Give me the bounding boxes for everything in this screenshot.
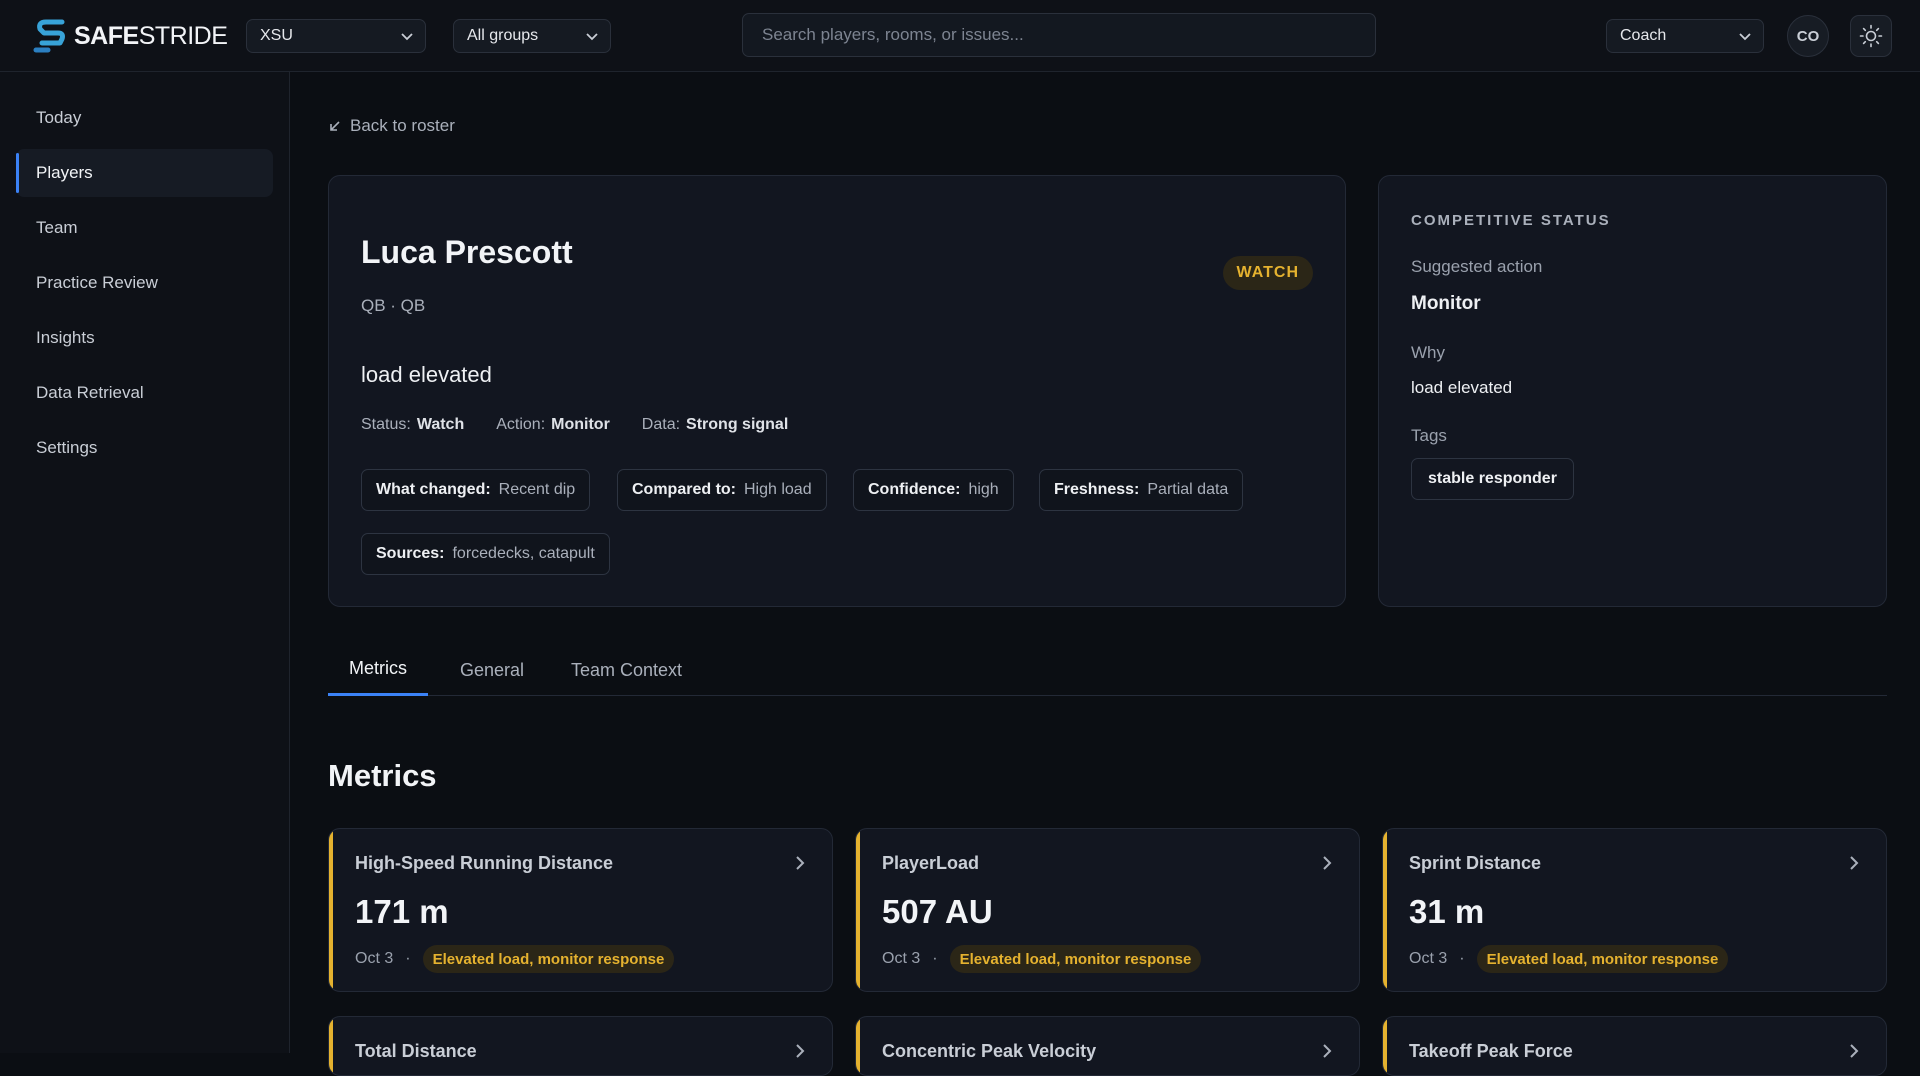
- sidebar-item-practice-review[interactable]: Practice Review: [16, 259, 273, 307]
- sources-chip: Sources: forcedecks, catapult: [361, 533, 610, 575]
- chevron-right-icon: [796, 856, 805, 870]
- chevron-down-icon: [401, 33, 413, 41]
- confidence-chip: Confidence: high: [853, 469, 1014, 511]
- search-placeholder: Search players, rooms, or issues...: [762, 25, 1024, 44]
- metric-footer: Oct 3 · Elevated load, monitor response: [882, 945, 1202, 973]
- metric-name: High-Speed Running Distance: [355, 853, 614, 873]
- metrics-section-title: Metrics: [328, 758, 437, 793]
- chevron-right-icon: [796, 1044, 805, 1058]
- suggested-action-value: Monitor: [1411, 293, 1481, 314]
- metric-value: 171 m: [355, 893, 449, 930]
- tags-label: Tags: [1411, 426, 1447, 445]
- tab-metrics[interactable]: Metrics: [328, 644, 428, 696]
- logo-text: SAFESTRIDE: [74, 21, 228, 50]
- group-select[interactable]: All groups: [453, 19, 611, 53]
- metric-name: Sprint Distance: [1409, 853, 1542, 873]
- arrow-down-left-icon: [330, 121, 340, 131]
- suggested-action-label: Suggested action: [1411, 257, 1543, 276]
- avatar[interactable]: CO: [1787, 15, 1829, 57]
- logo-icon: [33, 19, 65, 53]
- metric-footer: Oct 3 · Elevated load, monitor response: [355, 945, 675, 973]
- compared-to-chip: Compared to: High load: [617, 469, 827, 511]
- sidebar-item-label: Settings: [36, 438, 98, 457]
- chevron-right-icon: [1323, 1044, 1332, 1058]
- sidebar-item-label: Team: [36, 218, 78, 237]
- metric-value: 507 AU: [882, 893, 993, 930]
- metric-card-total-distance[interactable]: Total Distance: [328, 1016, 833, 1076]
- chevron-down-icon: [1739, 33, 1751, 41]
- metric-value: 31 m: [1409, 893, 1485, 930]
- metric-name: Takeoff Peak Force: [1409, 1041, 1573, 1061]
- sidebar-item-players[interactable]: Players: [16, 149, 273, 197]
- group-select-value: All groups: [467, 27, 539, 44]
- metric-date: Oct 3: [882, 950, 921, 967]
- metric-status-badge: Elevated load, monitor response: [1476, 945, 1729, 973]
- freshness-chip: Freshness: Partial data: [1039, 469, 1244, 511]
- sidebar-item-label: Today: [36, 108, 82, 127]
- sidebar-item-label: Practice Review: [36, 273, 158, 292]
- player-summary-card: Luca Prescott QB · QB WATCH load elevate…: [328, 175, 1346, 607]
- org-select-value: XSU: [260, 27, 293, 44]
- why-value: load elevated: [1411, 378, 1513, 397]
- tab-team-context[interactable]: Team Context: [550, 644, 703, 696]
- sun-icon: [1859, 24, 1883, 48]
- metric-card-takeoff-peak-force[interactable]: Takeoff Peak Force: [1382, 1016, 1887, 1076]
- theme-toggle-button[interactable]: [1850, 15, 1892, 57]
- competitive-status-card: COMPETITIVE STATUS Suggested action Moni…: [1378, 175, 1887, 607]
- player-summary: load elevated: [361, 362, 492, 387]
- what-changed-chip: What changed: Recent dip: [361, 469, 591, 511]
- tag-chip: stable responder: [1411, 458, 1574, 500]
- why-label: Why: [1411, 343, 1445, 362]
- logo[interactable]: SAFESTRIDE: [32, 18, 228, 54]
- chevron-right-icon: [1850, 1044, 1859, 1058]
- sidebar-item-label: Data Retrieval: [36, 383, 144, 402]
- chevron-down-icon: [586, 33, 598, 41]
- org-select[interactable]: XSU: [246, 19, 426, 53]
- chevron-right-icon: [1850, 856, 1859, 870]
- avatar-initials: CO: [1796, 27, 1820, 45]
- sidebar-item-today[interactable]: Today: [16, 94, 273, 142]
- sidebar-item-label: Players: [36, 163, 93, 182]
- metric-date: Oct 3: [355, 950, 394, 967]
- metric-card-concentric-peak-velocity[interactable]: Concentric Peak Velocity: [855, 1016, 1360, 1076]
- sidebar-item-team[interactable]: Team: [16, 204, 273, 252]
- back-to-roster-link[interactable]: Back to roster: [328, 116, 455, 136]
- competitive-status-title: COMPETITIVE STATUS: [1411, 212, 1611, 229]
- metric-footer: Oct 3 · Elevated load, monitor response: [1409, 945, 1729, 973]
- search-input[interactable]: Search players, rooms, or issues...: [742, 13, 1376, 57]
- sidebar-item-insights[interactable]: Insights: [16, 314, 273, 362]
- player-name: Luca Prescott: [361, 234, 573, 270]
- sidebar-item-settings[interactable]: Settings: [16, 424, 273, 472]
- metric-status-badge: Elevated load, monitor response: [422, 945, 675, 973]
- metric-date: Oct 3: [1409, 950, 1448, 967]
- metric-card-sprint-distance[interactable]: Sprint Distance 31 m Oct 3 · Elevated loa…: [1382, 828, 1887, 992]
- status-field: Status: Watch: [361, 416, 465, 433]
- tab-label: Metrics: [349, 658, 407, 678]
- tab-label: Team Context: [571, 659, 683, 680]
- back-link-label: Back to roster: [350, 116, 455, 135]
- tab-general[interactable]: General: [439, 644, 545, 696]
- metric-name: PlayerLoad: [882, 853, 980, 873]
- top-bar: SAFESTRIDE XSU All groups Search players…: [0, 0, 1920, 72]
- chevron-right-icon: [1323, 856, 1332, 870]
- action-field: Action: Monitor: [496, 416, 610, 433]
- status-line: Status: Watch Action: Monitor Data: Strong …: [361, 416, 788, 434]
- metric-card-hsr-distance[interactable]: High-Speed Running Distance 171 m Oct 3 ·…: [328, 828, 833, 992]
- sidebar-item-label: Insights: [36, 328, 95, 347]
- data-field: Data: Strong signal: [641, 416, 789, 433]
- metric-name: Concentric Peak Velocity: [882, 1041, 1097, 1061]
- tab-label: General: [460, 659, 525, 680]
- metric-status-badge: Elevated load, monitor response: [949, 945, 1202, 973]
- detail-tabs: Metrics General Team Context: [328, 644, 1887, 696]
- role-select[interactable]: Coach: [1606, 19, 1764, 53]
- role-select-value: Coach: [1620, 27, 1667, 44]
- sidebar-item-data-retrieval[interactable]: Data Retrieval: [16, 369, 273, 417]
- metric-card-playerload[interactable]: PlayerLoad 507 AU Oct 3 · Elevated load, …: [855, 828, 1360, 992]
- metric-name: Total Distance: [355, 1041, 477, 1061]
- status-badge: WATCH: [1222, 256, 1313, 290]
- sidebar: Today Players Team Practice Review Insig…: [0, 72, 290, 1053]
- player-position: QB · QB: [361, 296, 426, 315]
